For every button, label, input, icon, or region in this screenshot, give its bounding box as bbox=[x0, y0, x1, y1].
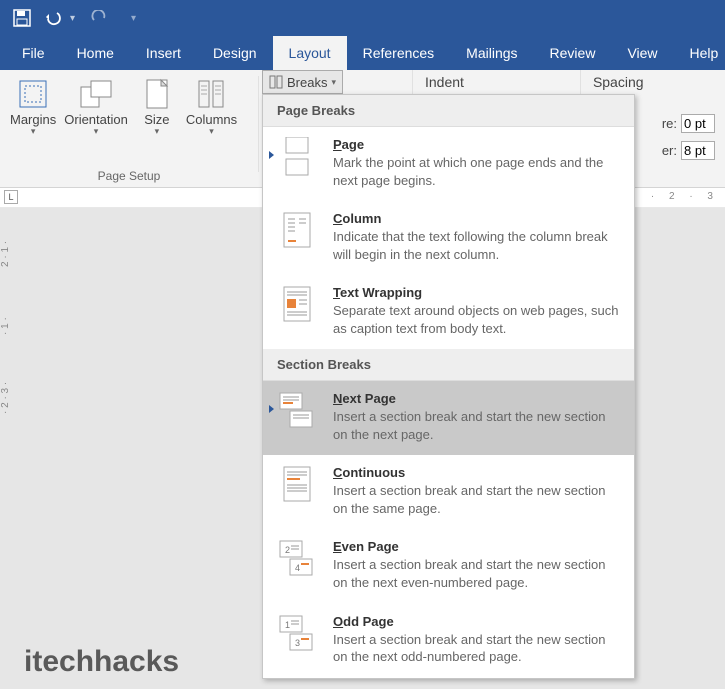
size-button[interactable]: Size ▾ bbox=[132, 74, 182, 138]
watermark-text: itechhacks bbox=[24, 645, 179, 679]
column-break-icon bbox=[282, 211, 312, 249]
chevron-down-icon: ▾ bbox=[209, 127, 214, 136]
tab-help[interactable]: Help bbox=[674, 36, 725, 70]
spacing-after-input[interactable] bbox=[681, 141, 715, 160]
breaks-label: Breaks bbox=[287, 75, 327, 90]
menubar: FileHomeInsertDesignLayoutReferencesMail… bbox=[0, 36, 725, 70]
undo-caret-icon[interactable]: ▾ bbox=[70, 13, 75, 24]
ruler-ticks: · 2 · 3 bbox=[651, 191, 719, 202]
tab-insert[interactable]: Insert bbox=[130, 36, 197, 70]
columns-label: Columns bbox=[186, 112, 237, 127]
indent-label: Indent bbox=[412, 70, 480, 94]
text-wrapping-icon bbox=[282, 285, 312, 323]
page-setup-group-label: Page Setup bbox=[0, 169, 258, 183]
spacing-before-label: re: bbox=[662, 116, 677, 131]
save-icon[interactable] bbox=[8, 4, 36, 32]
chevron-down-icon: ▾ bbox=[94, 127, 99, 136]
redo-icon[interactable] bbox=[85, 4, 113, 32]
breaks-icon bbox=[269, 75, 283, 89]
qat-customize-icon[interactable]: ▾ bbox=[131, 13, 136, 24]
spacing-before-input[interactable] bbox=[681, 114, 715, 133]
tab-layout[interactable]: Layout bbox=[273, 36, 347, 70]
titlebar: ▾ ▾ bbox=[0, 0, 725, 36]
tab-file[interactable]: File bbox=[6, 36, 61, 70]
continuous-icon bbox=[282, 465, 312, 503]
next-page-icon bbox=[278, 391, 316, 431]
tab-references[interactable]: References bbox=[347, 36, 451, 70]
spacing-fields: re: er: bbox=[662, 114, 715, 168]
size-label: Size bbox=[144, 112, 169, 127]
page-breaks-header: Page Breaks bbox=[263, 95, 634, 127]
margins-button[interactable]: Margins ▾ bbox=[6, 74, 60, 138]
breaks-button[interactable]: Breaks ▾ bbox=[262, 70, 343, 94]
spacing-label: Spacing bbox=[580, 70, 660, 94]
section-breaks-header: Section Breaks bbox=[263, 349, 634, 381]
orientation-label: Orientation bbox=[64, 112, 128, 127]
break-odd-page[interactable]: 13 Odd PageInsert a section break and st… bbox=[263, 604, 634, 678]
undo-icon[interactable] bbox=[40, 4, 68, 32]
tab-view[interactable]: View bbox=[611, 36, 673, 70]
spacing-after-label: er: bbox=[662, 143, 677, 158]
odd-page-icon: 13 bbox=[278, 614, 316, 654]
vertical-ruler[interactable]: 2 · 1 · · 1 · · 2 · 3 · bbox=[0, 218, 22, 689]
svg-text:2: 2 bbox=[285, 545, 290, 555]
break-text-wrapping[interactable]: Text WrappingSeparate text around object… bbox=[263, 275, 634, 349]
page-break-icon bbox=[280, 137, 314, 177]
svg-text:1: 1 bbox=[285, 620, 290, 630]
svg-text:4: 4 bbox=[295, 563, 300, 573]
tab-design[interactable]: Design bbox=[197, 36, 273, 70]
columns-button[interactable]: Columns ▾ bbox=[182, 74, 241, 138]
chevron-down-icon: ▾ bbox=[31, 127, 36, 136]
break-even-page[interactable]: 24 Even PageInsert a section break and s… bbox=[263, 529, 634, 603]
chevron-down-icon: ▾ bbox=[331, 77, 336, 88]
indent-spacing-headers: Indent Spacing bbox=[412, 70, 660, 94]
break-continuous[interactable]: ContinuousInsert a section break and sta… bbox=[263, 455, 634, 529]
tab-review[interactable]: Review bbox=[534, 36, 612, 70]
margins-label: Margins bbox=[10, 112, 56, 127]
even-page-icon: 24 bbox=[278, 539, 316, 579]
tab-mailings[interactable]: Mailings bbox=[450, 36, 533, 70]
svg-text:3: 3 bbox=[295, 638, 300, 648]
group-separator bbox=[258, 76, 259, 172]
break-next-page[interactable]: Next PageInsert a section break and star… bbox=[263, 381, 634, 455]
tab-home[interactable]: Home bbox=[61, 36, 130, 70]
orientation-button[interactable]: Orientation ▾ bbox=[60, 74, 132, 138]
break-page[interactable]: PageMark the point at which one page end… bbox=[263, 127, 634, 201]
tab-selector[interactable]: L bbox=[4, 190, 18, 204]
chevron-down-icon: ▾ bbox=[155, 127, 160, 136]
break-column[interactable]: ColumnIndicate that the text following t… bbox=[263, 201, 634, 275]
breaks-dropdown: Page Breaks PageMark the point at which … bbox=[262, 94, 635, 679]
